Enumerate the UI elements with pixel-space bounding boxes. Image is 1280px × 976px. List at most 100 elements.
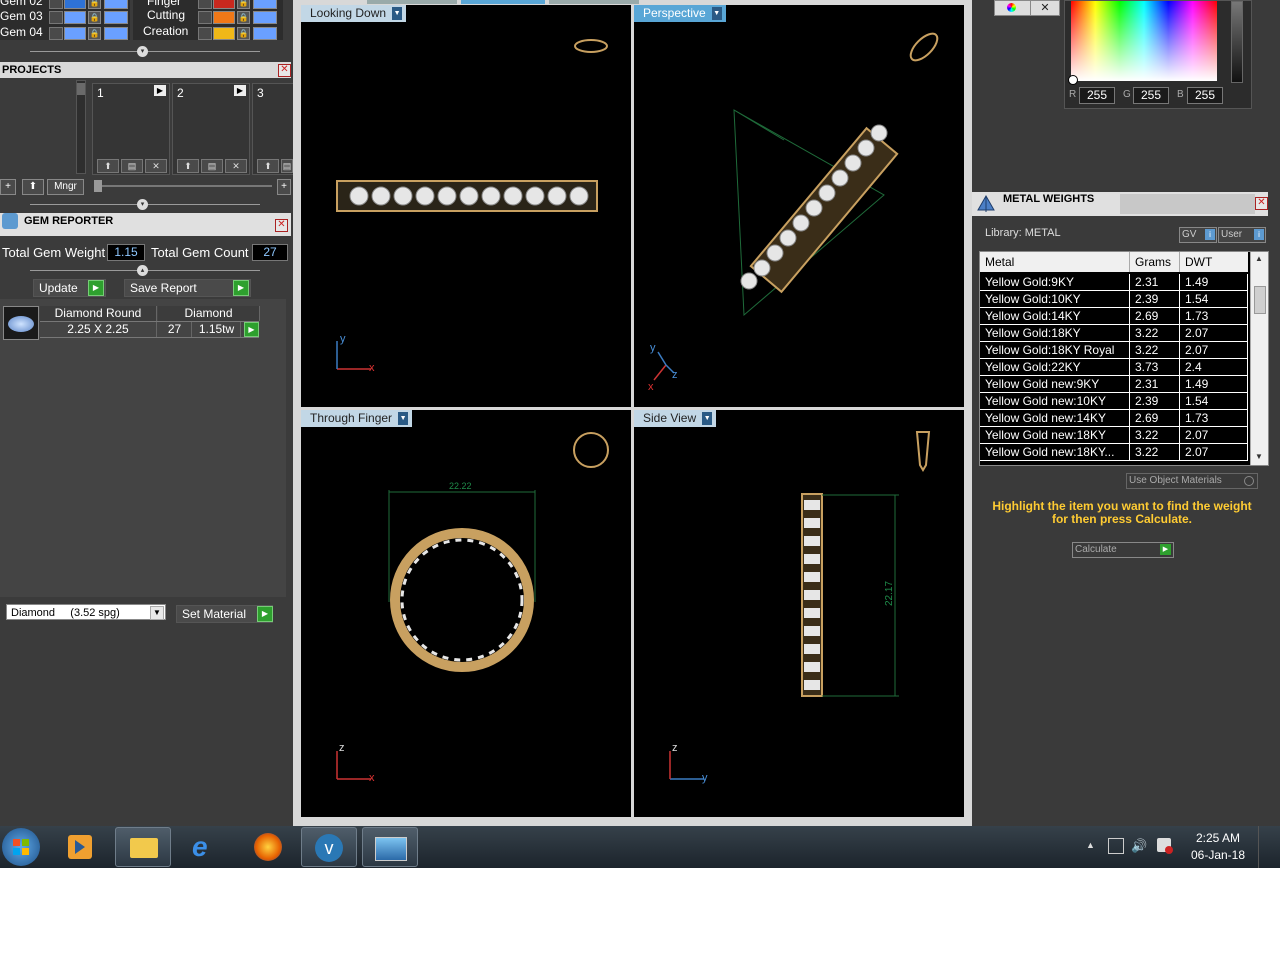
upload-icon[interactable]: ⬆ <box>257 159 279 173</box>
save-icon[interactable]: ▤ <box>281 159 293 173</box>
brightness-slider[interactable] <box>1231 1 1243 83</box>
table-row[interactable]: Yellow Gold:10KY 2.39 1.54 <box>980 291 1248 308</box>
delete-icon[interactable]: ✕ <box>145 159 167 173</box>
lock-icon[interactable]: 🔒 <box>88 27 101 40</box>
table-row[interactable]: Yellow Gold:9KY 2.31 1.49 <box>980 274 1248 291</box>
layer-color-swatch[interactable] <box>213 0 235 9</box>
firefox-icon[interactable] <box>240 827 296 867</box>
show-hidden-icons-icon[interactable]: ▲ <box>1086 840 1095 850</box>
scrollbar-thumb[interactable] <box>1254 286 1266 314</box>
layer-visibility-checkbox[interactable] <box>49 27 63 40</box>
chevron-down-icon[interactable]: ▼ <box>150 606 164 620</box>
viewport-through-finger[interactable]: Through Finger ▼ 22.22 z x <box>301 410 631 817</box>
upload-icon[interactable]: ⬆ <box>177 159 199 173</box>
lock-icon[interactable]: 🔒 <box>237 27 250 40</box>
chevron-up-icon[interactable]: ▲ <box>1255 254 1263 263</box>
project-slot[interactable]: 1 ▶ ⬆ ▤ ✕ <box>92 83 170 175</box>
blue-input[interactable]: 255 <box>1187 87 1223 104</box>
table-row[interactable]: Yellow Gold new:18KY... 3.22 2.07 <box>980 444 1248 461</box>
save-report-button[interactable]: Save Report <box>124 279 251 297</box>
layer-visibility-checkbox[interactable] <box>198 27 212 40</box>
column-header-grams[interactable]: Grams <box>1130 252 1180 272</box>
collapse-toggle-icon[interactable]: ▴ <box>137 265 148 276</box>
column-header-metal[interactable]: Metal <box>980 252 1130 272</box>
color-spectrum[interactable] <box>1071 1 1217 81</box>
table-row[interactable]: Yellow Gold new:9KY 2.31 1.49 <box>980 376 1248 393</box>
save-icon[interactable]: ▤ <box>121 159 143 173</box>
tab-strip[interactable] <box>367 0 457 4</box>
file-explorer-icon[interactable] <box>115 827 171 867</box>
project-slot[interactable]: 3 ⬆ ▤ <box>252 83 294 175</box>
lock-icon[interactable]: 🔒 <box>88 11 101 24</box>
manager-button[interactable]: Mngr <box>47 179 84 195</box>
network-icon[interactable] <box>1108 838 1124 854</box>
lock-icon[interactable]: 🔒 <box>237 11 250 24</box>
slider-handle[interactable] <box>94 180 102 192</box>
project-zoom-slider[interactable] <box>94 180 272 192</box>
play-icon[interactable]: ▶ <box>244 322 259 337</box>
layer-row[interactable]: Creation <box>143 24 188 39</box>
media-player-icon[interactable] <box>52 827 108 867</box>
show-desktop-button[interactable] <box>1258 826 1273 868</box>
move-up-button[interactable]: ⬆ <box>22 179 44 195</box>
lock-icon[interactable]: 🔒 <box>237 0 250 9</box>
viewport-looking-down[interactable]: Looking Down ▼ y x <box>301 5 631 407</box>
save-icon[interactable]: ▤ <box>201 159 223 173</box>
layer-row[interactable]: Gem 03 <box>0 9 43 24</box>
layer-visibility-checkbox[interactable] <box>49 0 63 9</box>
collapse-toggle-icon[interactable]: ▾ <box>137 46 148 57</box>
red-input[interactable]: 255 <box>1079 87 1115 104</box>
layer-color-swatch[interactable] <box>213 11 235 24</box>
start-button[interactable] <box>2 828 40 866</box>
collapse-toggle-icon[interactable]: ▾ <box>137 199 148 210</box>
action-center-icon[interactable] <box>1157 838 1173 854</box>
internet-explorer-icon[interactable]: e <box>178 827 234 867</box>
viewport-perspective[interactable]: Perspective ▼ y z x <box>634 5 964 407</box>
project-slot[interactable]: 2 ▶ ⬆ ▤ ✕ <box>172 83 250 175</box>
projects-scrollbar[interactable] <box>76 80 86 174</box>
layer-color-swatch[interactable] <box>104 27 128 40</box>
layer-color-swatch[interactable] <box>64 27 86 40</box>
lock-icon[interactable]: 🔒 <box>88 0 101 9</box>
volume-icon[interactable]: 🔊 <box>1131 838 1147 854</box>
photo-viewer-icon[interactable] <box>362 827 418 867</box>
play-icon[interactable]: ▶ <box>257 606 273 622</box>
layer-color-swatch[interactable] <box>213 27 235 40</box>
column-header-dwt[interactable]: DWT <box>1180 252 1248 272</box>
close-icon[interactable]: ✕ <box>278 64 291 77</box>
layer-visibility-checkbox[interactable] <box>198 11 212 24</box>
clock[interactable]: 2:25 AM 06-Jan-18 <box>1186 831 1250 862</box>
table-row[interactable]: Yellow Gold new:10KY 2.39 1.54 <box>980 393 1248 410</box>
delete-icon[interactable]: ✕ <box>225 159 247 173</box>
diamond-round-thumbnail[interactable] <box>3 306 39 340</box>
close-icon[interactable]: ✕ <box>1030 0 1060 16</box>
matrix-app-icon[interactable]: v <box>301 827 357 867</box>
close-icon[interactable]: ✕ <box>1255 197 1268 210</box>
layer-row[interactable]: Cutting <box>147 8 185 23</box>
layer-row[interactable]: Gem 04 <box>0 25 43 40</box>
user-library-toggle[interactable]: User i <box>1218 227 1266 243</box>
table-row[interactable]: Yellow Gold:18KY Royal 3.22 2.07 <box>980 342 1248 359</box>
table-row[interactable]: Yellow Gold:14KY 2.69 1.73 <box>980 308 1248 325</box>
table-row[interactable]: Yellow Gold:22KY 3.73 2.4 <box>980 359 1248 376</box>
layer-color-swatch[interactable] <box>64 11 86 24</box>
layer-visibility-checkbox[interactable] <box>198 0 212 9</box>
table-row[interactable]: Yellow Gold new:18KY 3.22 2.07 <box>980 427 1248 444</box>
zoom-in-button[interactable]: + <box>277 179 291 195</box>
green-input[interactable]: 255 <box>1133 87 1169 104</box>
play-icon[interactable]: ▶ <box>154 85 166 96</box>
layer-visibility-checkbox[interactable] <box>49 11 63 24</box>
layer-color-swatch[interactable] <box>253 27 277 40</box>
layer-color-swatch[interactable] <box>104 0 128 9</box>
chevron-down-icon[interactable]: ▼ <box>1255 452 1263 461</box>
layer-color-swatch[interactable] <box>104 11 128 24</box>
use-object-materials-toggle[interactable]: Use Object Materials <box>1126 473 1258 489</box>
color-picker-handle[interactable] <box>1068 75 1078 85</box>
material-select[interactable]: Diamond (3.52 spg) ▼ <box>6 604 166 620</box>
layer-color-swatch[interactable] <box>253 11 277 24</box>
close-icon[interactable]: ✕ <box>275 219 288 232</box>
layer-color-swatch[interactable] <box>253 0 277 9</box>
color-mode-button[interactable] <box>994 0 1032 16</box>
layer-row[interactable]: Gem 02 <box>0 0 43 9</box>
viewport-side-view[interactable]: Side View ▼ 22.17 z y <box>634 410 964 817</box>
